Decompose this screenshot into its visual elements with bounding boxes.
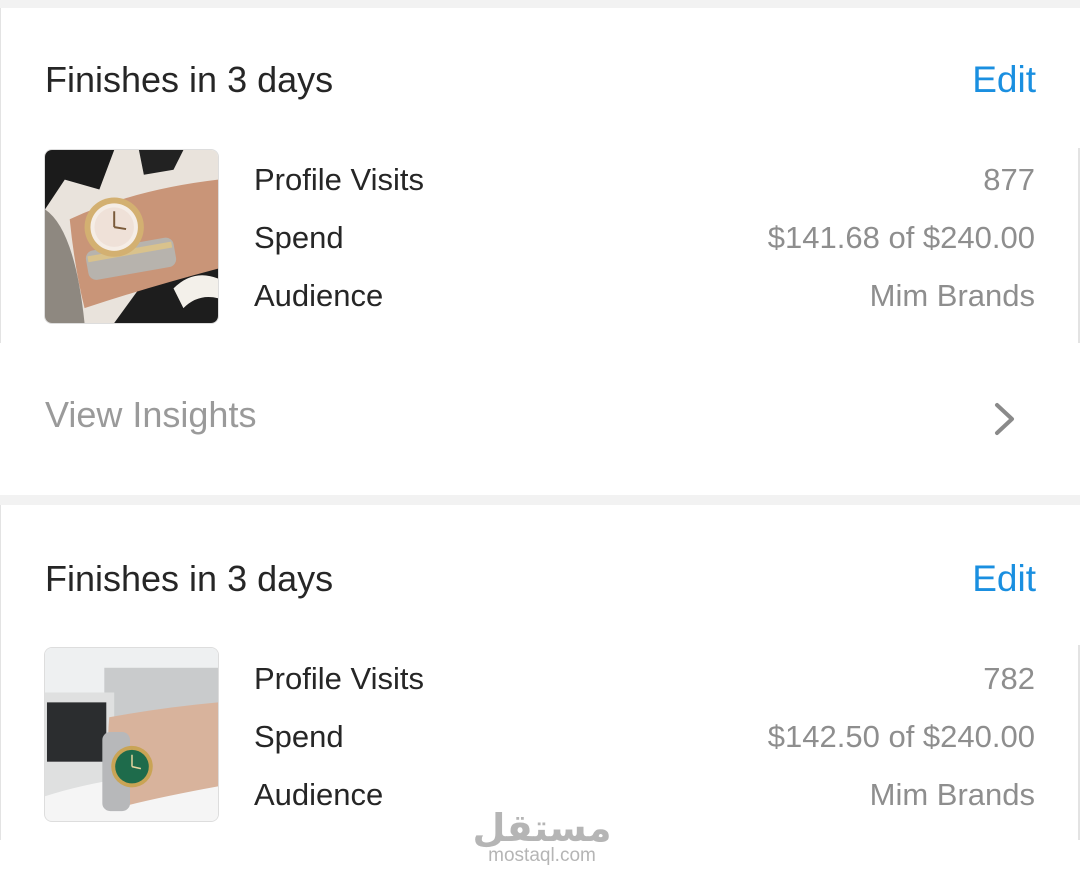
- watermark-text: mostaql.com: [488, 845, 596, 866]
- metric-label-audience: Audience: [254, 777, 384, 812]
- metric-label-profile-visits: Profile Visits: [254, 162, 424, 197]
- metric-value-audience: Mim Brands: [869, 777, 1035, 812]
- metric-label-audience: Audience: [254, 278, 384, 313]
- campaign-card: Finishes in 3 days Edit Profile Visits 8…: [0, 8, 1080, 495]
- metric-value-spend: $141.68 of $240.00: [767, 220, 1035, 255]
- metric-label-spend: Spend: [254, 220, 344, 255]
- card-border-left: [0, 505, 1, 840]
- metric-value-audience: Mim Brands: [869, 278, 1035, 313]
- metric-label-profile-visits: Profile Visits: [254, 661, 424, 696]
- campaign-thumbnail[interactable]: [44, 149, 219, 324]
- view-insights-link[interactable]: View Insights: [45, 393, 256, 437]
- campaign-status-title: Finishes in 3 days: [45, 558, 334, 599]
- campaign-status-title: Finishes in 3 days: [45, 59, 334, 100]
- metric-value-spend: $142.50 of $240.00: [767, 719, 1035, 754]
- mostaql-watermark: مستقل mostaql.com: [472, 808, 612, 866]
- campaign-thumbnail[interactable]: [44, 647, 219, 822]
- watch-photo-image: [45, 648, 218, 821]
- metric-value-profile-visits: 782: [983, 661, 1035, 696]
- chevron-right-icon[interactable]: [992, 401, 1018, 437]
- edit-button[interactable]: Edit: [972, 557, 1036, 601]
- metric-value-profile-visits: 877: [983, 162, 1035, 197]
- watch-photo-image: [45, 150, 218, 323]
- watermark-logo: مستقل: [472, 806, 612, 850]
- edit-button[interactable]: Edit: [972, 58, 1036, 102]
- metric-label-spend: Spend: [254, 719, 344, 754]
- card-border-left: [0, 8, 1, 343]
